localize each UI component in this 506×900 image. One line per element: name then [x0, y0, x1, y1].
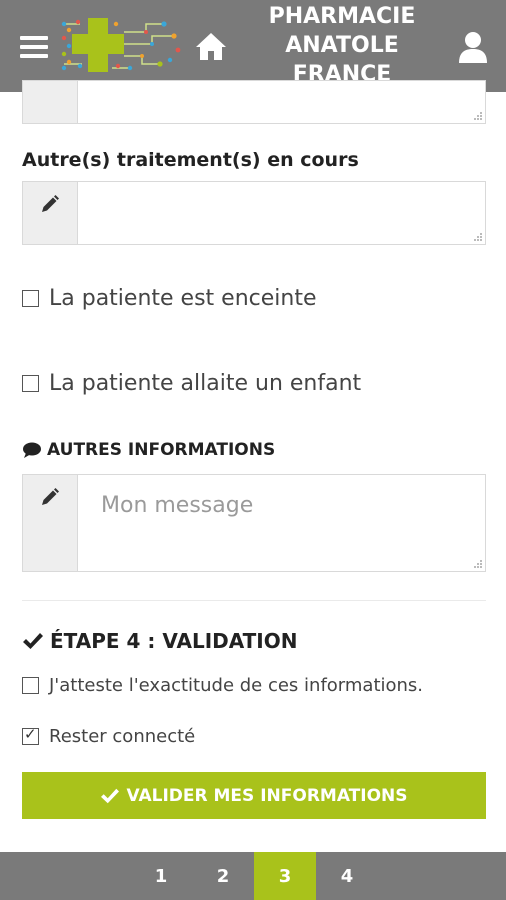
page-button-3[interactable]: 3	[254, 852, 316, 900]
user-icon[interactable]	[456, 30, 490, 64]
other-info-title-text: AUTRES INFORMATIONS	[47, 440, 276, 460]
submit-button-label: VALIDER MES INFORMATIONS	[126, 785, 408, 806]
pharmacy-cross-logo[interactable]	[60, 14, 182, 76]
app-header: PHARMACIE ANATOLE FRANCE	[0, 0, 506, 92]
validation-title: ÉTAPE 4 : VALIDATION	[22, 629, 298, 653]
section-divider	[22, 600, 486, 601]
checkmark-icon: ✓	[24, 725, 37, 743]
pencil-icon	[42, 488, 59, 505]
pregnant-checkbox-row[interactable]: La patiente est enceinte	[22, 286, 317, 311]
title-line: PHARMACIE	[268, 4, 416, 29]
page-button-2[interactable]: 2	[192, 852, 254, 900]
menu-icon[interactable]	[20, 36, 48, 58]
step-pager: 1 2 3 4	[0, 852, 506, 900]
submit-button[interactable]: VALIDER MES INFORMATIONS	[22, 772, 486, 819]
pen-cell	[23, 475, 78, 571]
other-treatments-field[interactable]	[22, 181, 486, 245]
validation-title-text: ÉTAPE 4 : VALIDATION	[50, 629, 298, 653]
check-icon	[23, 633, 43, 649]
pregnant-label: La patiente est enceinte	[49, 286, 317, 311]
pencil-icon	[42, 195, 59, 212]
attest-label: J'atteste l'exactitude de ces informatio…	[49, 675, 424, 696]
check-icon	[101, 788, 120, 803]
attest-checkbox[interactable]	[22, 677, 39, 694]
stay-connected-label: Rester connecté	[49, 726, 196, 747]
breastfeeding-label: La patiente allaite un enfant	[49, 371, 362, 396]
home-icon[interactable]	[194, 30, 228, 62]
title-line: ANATOLE	[285, 33, 399, 58]
resize-grip-icon[interactable]	[472, 558, 482, 568]
stay-connected-checkbox[interactable]: ✓	[22, 725, 39, 745]
pen-cell	[23, 182, 78, 244]
previous-textarea[interactable]	[22, 80, 486, 124]
other-treatments-label: Autre(s) traitement(s) en cours	[22, 149, 359, 171]
attest-checkbox-row[interactable]: J'atteste l'exactitude de ces informatio…	[22, 675, 423, 696]
message-field[interactable]	[22, 474, 486, 572]
other-info-title: AUTRES INFORMATIONS	[22, 440, 275, 460]
stay-connected-checkbox-row[interactable]: ✓ Rester connecté	[22, 726, 195, 747]
resize-grip-icon[interactable]	[472, 231, 482, 241]
page-button-1[interactable]: 1	[130, 852, 192, 900]
pregnant-checkbox[interactable]	[22, 290, 39, 307]
breastfeeding-checkbox[interactable]	[22, 375, 39, 392]
other-treatments-input[interactable]	[79, 182, 485, 244]
comment-icon	[23, 442, 41, 458]
page-button-4[interactable]: 4	[316, 852, 378, 900]
pharmacy-title: PHARMACIE ANATOLE FRANCE	[250, 2, 434, 89]
resize-grip-icon[interactable]	[472, 110, 482, 120]
pen-icon-cell	[23, 81, 78, 123]
message-input[interactable]	[79, 475, 485, 571]
breastfeeding-checkbox-row[interactable]: La patiente allaite un enfant	[22, 371, 361, 396]
